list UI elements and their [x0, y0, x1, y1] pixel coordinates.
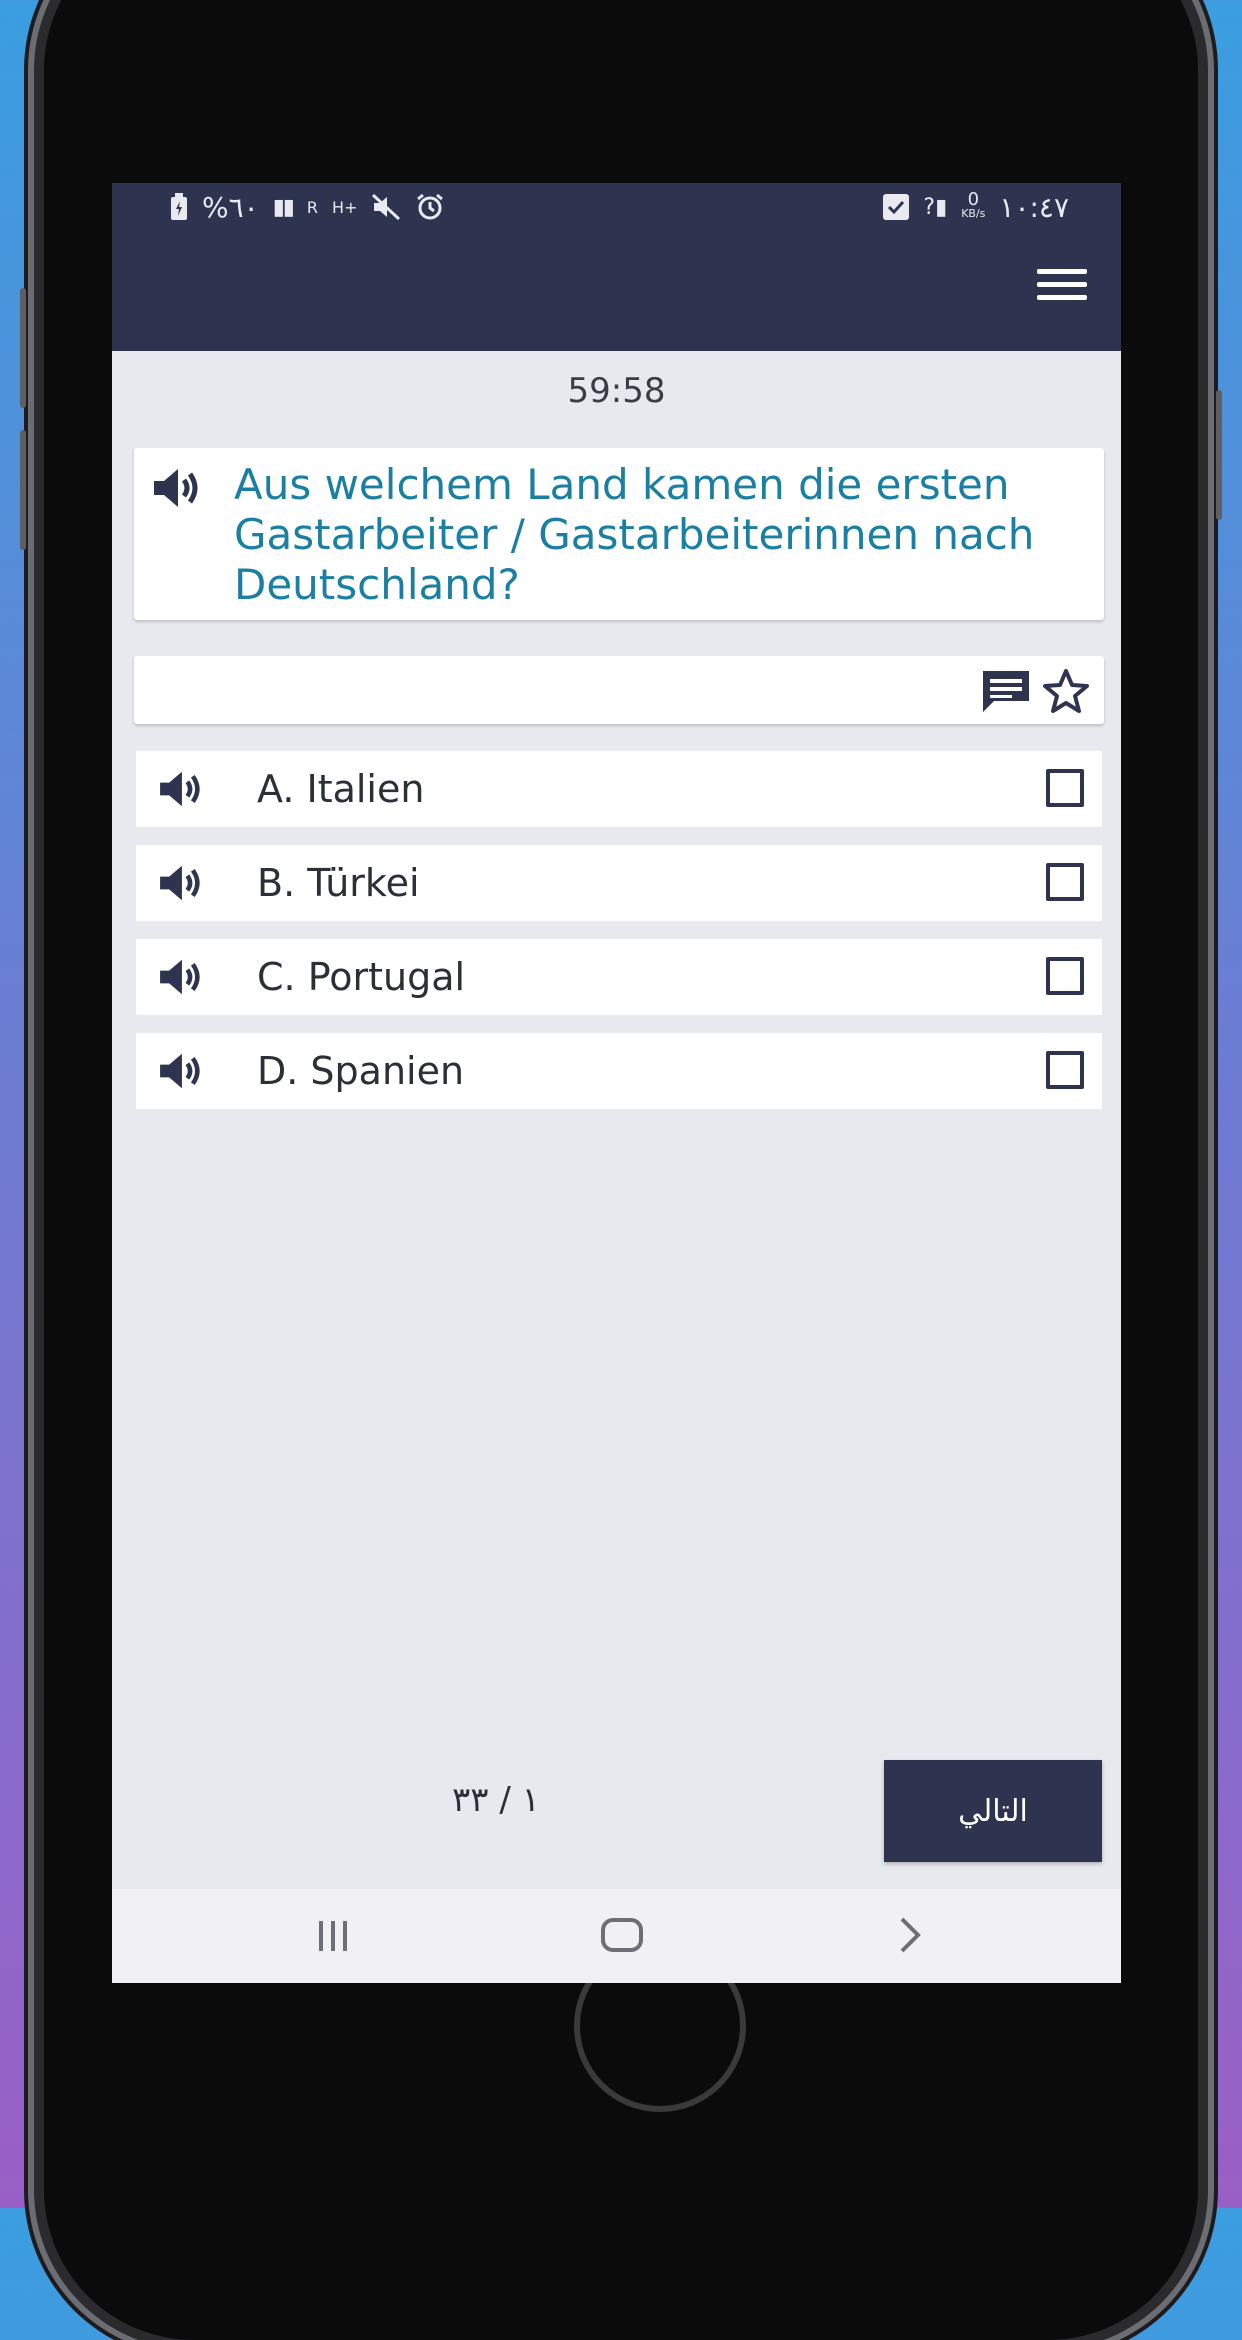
home-icon[interactable]	[600, 1915, 644, 1955]
speaker-icon[interactable]	[156, 1051, 206, 1091]
check-notification-icon	[883, 194, 910, 220]
next-button[interactable]: التالي	[884, 1760, 1102, 1862]
battery-icon	[171, 193, 187, 220]
status-left: %٦٠ ▮▮ R H+	[170, 191, 445, 224]
checkbox[interactable]	[1046, 1051, 1084, 1089]
star-outline-icon[interactable]	[1042, 668, 1090, 714]
answer-option-d[interactable]: D. Spanien	[136, 1033, 1102, 1109]
back-icon[interactable]	[890, 1915, 930, 1955]
roaming-indicator: R	[306, 197, 319, 217]
speaker-icon[interactable]	[152, 466, 202, 510]
chat-bubble-icon[interactable]	[980, 668, 1032, 714]
power-button	[1216, 390, 1222, 520]
data-rate: 0 KB/s	[961, 189, 986, 221]
answer-label: C. Portugal	[257, 955, 466, 999]
checkbox[interactable]	[1046, 863, 1084, 901]
question-progress: ١ / ٣٣	[452, 1780, 540, 1820]
hamburger-icon	[1037, 269, 1087, 274]
checkbox[interactable]	[1046, 769, 1084, 807]
data-rate-value: 0	[967, 189, 980, 210]
answer-option-a[interactable]: A. Italien	[136, 751, 1102, 827]
speaker-icon[interactable]	[156, 769, 206, 809]
answer-label: B. Türkei	[257, 861, 420, 905]
no-signal-icon: ?▮	[923, 194, 948, 220]
status-right: ?▮ 0 KB/s ١٠:٤٧	[883, 191, 1069, 224]
question-tools-bar	[134, 656, 1104, 724]
signal-strength-icon: ▮▮	[272, 194, 295, 220]
volume-button	[20, 430, 26, 550]
answer-label: D. Spanien	[257, 1049, 465, 1093]
question-text: Aus welchem Land kamen die ersten Gastar…	[234, 460, 1035, 609]
speaker-icon[interactable]	[156, 863, 206, 903]
speaker-icon[interactable]	[156, 957, 206, 997]
clock: ١٠:٤٧	[999, 190, 1069, 224]
countdown-timer: 59:58	[567, 371, 666, 411]
answer-option-c[interactable]: C. Portugal	[136, 939, 1102, 1015]
network-type: H+	[332, 197, 358, 217]
hamburger-icon	[1037, 282, 1087, 287]
answer-label: A. Italien	[257, 767, 425, 811]
hamburger-icon	[1037, 295, 1087, 300]
data-rate-unit: KB/s	[961, 207, 986, 220]
recent-apps-icon[interactable]	[313, 1915, 353, 1955]
answer-option-b[interactable]: B. Türkei	[136, 845, 1102, 921]
checkbox[interactable]	[1046, 957, 1084, 995]
alarm-icon	[417, 193, 444, 220]
mute-icon	[372, 193, 401, 221]
app-bar	[112, 231, 1121, 351]
status-bar: %٦٠ ▮▮ R H+ ?▮ 0 KB/s ١٠:٤٧	[112, 183, 1121, 231]
menu-button[interactable]	[1037, 269, 1087, 309]
battery-percent: %٦٠	[202, 190, 259, 224]
app-screen: %٦٠ ▮▮ R H+ ?▮ 0 KB/s ١٠:٤٧ 59:58 Aus we…	[112, 183, 1121, 1983]
system-nav-bar	[112, 1889, 1121, 1983]
volume-button	[20, 288, 26, 408]
question-card: Aus welchem Land kamen die ersten Gastar…	[134, 448, 1104, 620]
